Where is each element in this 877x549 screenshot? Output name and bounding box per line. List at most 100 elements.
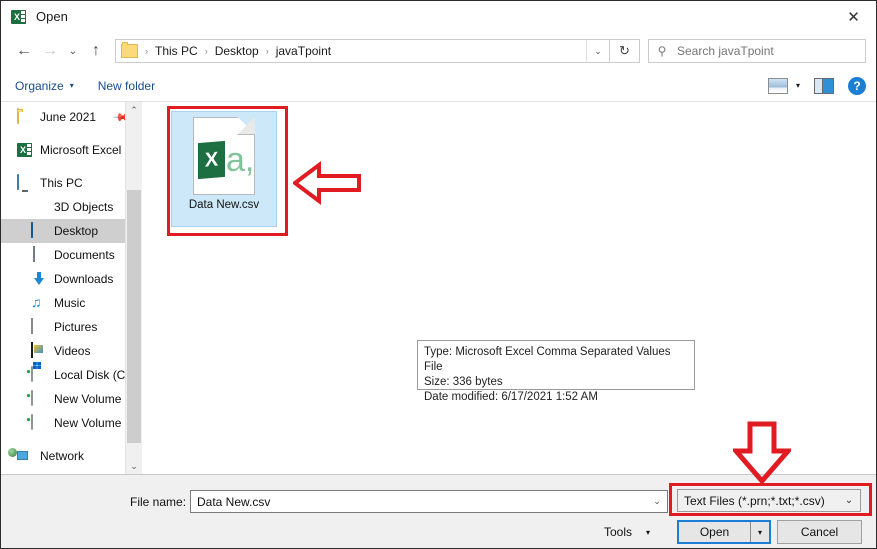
up-button[interactable]: ↑ (83, 38, 109, 64)
dialog-body: June 2021 📌 X Microsoft Excel This PC 3D… (1, 102, 876, 475)
csv-file-icon: X a, (193, 117, 255, 195)
pictures-icon (31, 318, 47, 335)
sidebar-item-this-pc[interactable]: This PC (1, 171, 142, 195)
refresh-icon[interactable]: ↻ (610, 39, 640, 63)
breadcrumb-separator: › (265, 46, 269, 56)
breadcrumb[interactable]: › This PC › Desktop › javaTpoint ⌄ (115, 39, 610, 63)
back-button[interactable]: ← (11, 38, 37, 64)
folder-icon (121, 42, 138, 58)
breadcrumb-chevron-down-icon[interactable]: ⌄ (586, 40, 609, 62)
3d-objects-icon (31, 199, 47, 215)
sidebar-item-label: Downloads (54, 272, 114, 286)
documents-icon (31, 246, 47, 263)
sidebar-item-local-disk-c[interactable]: Local Disk (C:) (1, 363, 142, 387)
music-icon: ♫ (31, 294, 42, 310)
excel-app-icon: X (11, 9, 27, 25)
filename-input[interactable] (195, 493, 639, 510)
organize-button[interactable]: Organize ▾ (15, 79, 74, 93)
file-list-view[interactable]: X a, Data New.csv Type: Microsoft Excel … (142, 102, 876, 474)
sidebar-item-label: Documents (54, 248, 115, 262)
window-title: Open (36, 9, 68, 24)
sidebar-item-label: Videos (54, 344, 91, 358)
breadcrumb-item-javatpoint[interactable]: javaTpoint (276, 44, 331, 58)
cancel-button[interactable]: Cancel (777, 520, 862, 544)
search-icon: ⚲ (657, 44, 667, 58)
sidebar-item-label: This PC (40, 176, 83, 190)
command-bar-right: ▾ ? (767, 76, 866, 95)
sidebar-item-label: Network (40, 449, 85, 463)
filetype-chevron-down-icon: ⌄ (844, 495, 854, 506)
this-pc-icon (17, 174, 33, 191)
sidebar-scrollbar[interactable]: ⌃ ⌄ (125, 102, 142, 474)
drive-icon (31, 414, 47, 431)
breadcrumb-item-this-pc[interactable]: This PC (155, 44, 198, 58)
filetype-dropdown[interactable]: Text Files (*.prn;*.txt;*.csv) ⌄ (677, 489, 861, 512)
sidebar-item-label: Pictures (54, 320, 98, 334)
sidebar-item-pictures[interactable]: Pictures (1, 315, 142, 339)
change-view-icon[interactable] (767, 77, 788, 94)
chevron-down-icon: ▾ (69, 81, 74, 90)
sidebar-item-music[interactable]: ♫ Music (1, 291, 142, 315)
videos-icon (31, 342, 47, 359)
breadcrumb-item-desktop[interactable]: Desktop (215, 44, 259, 58)
sidebar-item-downloads[interactable]: Downloads (1, 267, 142, 291)
file-item-label: Data New.csv (188, 199, 260, 211)
preview-pane-icon[interactable] (814, 77, 834, 94)
local-disk-icon (31, 366, 47, 383)
search-input[interactable] (675, 43, 865, 59)
sidebar-item-new-volume-e[interactable]: New Volume (E:) (1, 387, 142, 411)
sidebar-item-june-2021[interactable]: June 2021 📌 (1, 105, 142, 129)
excel-icon: X (17, 142, 33, 158)
sidebar-item-label: June 2021 (40, 110, 97, 124)
recent-locations-chevron-down-icon[interactable]: ⌄ (63, 38, 83, 64)
scroll-up-icon[interactable]: ⌃ (126, 102, 142, 118)
open-split-chevron-down-icon[interactable]: ▾ (750, 522, 769, 542)
filename-combobox[interactable]: ⌄ (190, 490, 668, 513)
navigation-pane: June 2021 📌 X Microsoft Excel This PC 3D… (1, 102, 142, 474)
sidebar-item-videos[interactable]: Videos (1, 339, 142, 363)
csv-a-glyph: a, (226, 141, 255, 179)
scroll-down-icon[interactable]: ⌄ (126, 458, 142, 474)
open-file-dialog: X Open ✕ ← → ⌄ ↑ › This PC › Desktop › j… (0, 0, 877, 549)
tools-button[interactable]: Tools ▾ (604, 521, 670, 543)
address-bar: ← → ⌄ ↑ › This PC › Desktop › javaTpoint… (1, 32, 876, 70)
sidebar-item-microsoft-excel[interactable]: X Microsoft Excel (1, 138, 142, 162)
sidebar-item-label: 3D Objects (54, 200, 114, 214)
command-bar: Organize ▾ New folder ▾ ? (1, 70, 876, 102)
tools-label: Tools (604, 525, 633, 539)
downloads-icon (31, 271, 47, 287)
forward-button[interactable]: → (37, 38, 63, 64)
sidebar-item-network[interactable]: Network (1, 444, 142, 468)
sidebar-item-desktop[interactable]: Desktop (1, 219, 142, 243)
breadcrumb-separator: › (204, 46, 208, 56)
dialog-footer: File name: ⌄ Text Files (*.prn;*.txt;*.c… (1, 475, 876, 548)
sidebar-item-3d-objects[interactable]: 3D Objects (1, 195, 142, 219)
desktop-icon (31, 222, 47, 239)
tooltip-size-line: Size: 336 bytes (424, 376, 503, 388)
filename-label: File name: (130, 494, 187, 509)
sidebar-item-label: Desktop (54, 224, 99, 238)
sidebar-item-label: Microsoft Excel (40, 143, 122, 157)
sidebar-item-documents[interactable]: Documents (1, 243, 142, 267)
help-icon[interactable]: ? (848, 76, 866, 95)
drive-icon (31, 390, 47, 407)
excel-x-glyph: X (198, 140, 225, 180)
sidebar-item-label: Local Disk (C:) (54, 368, 133, 382)
tooltip-type-line: Type: Microsoft Excel Comma Separated Va… (424, 346, 671, 373)
search-box[interactable]: ⚲ (648, 39, 866, 63)
new-folder-button[interactable]: New folder (98, 79, 155, 93)
view-chevron-down-icon[interactable]: ▾ (796, 81, 800, 90)
open-button[interactable]: Open ▾ (677, 520, 771, 544)
file-item-data-new-csv[interactable]: X a, Data New.csv (171, 111, 277, 227)
scrollbar-thumb[interactable] (127, 190, 141, 443)
close-icon[interactable]: ✕ (831, 1, 876, 32)
open-button-label: Open (699, 525, 730, 539)
sidebar-item-new-volume-f[interactable]: New Volume (F:) (1, 411, 142, 435)
title-bar: X Open ✕ (1, 1, 876, 32)
file-tooltip: Type: Microsoft Excel Comma Separated Va… (417, 340, 695, 403)
filename-chevron-down-icon[interactable]: ⌄ (647, 496, 667, 507)
breadcrumb-separator: › (145, 46, 148, 56)
